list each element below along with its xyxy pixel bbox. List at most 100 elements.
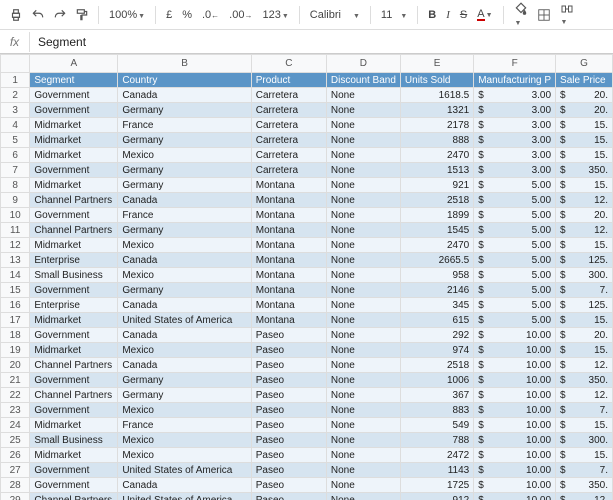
header-cell[interactable]: Segment [30, 73, 118, 88]
increase-decimals-button[interactable]: .00→ [227, 9, 254, 21]
cell[interactable]: Mexico [118, 268, 251, 283]
header-cell[interactable]: Discount Band [326, 73, 400, 88]
italic-button[interactable]: I [444, 9, 452, 21]
cell[interactable]: None [326, 433, 400, 448]
cell[interactable]: 2178 [400, 118, 473, 133]
cell[interactable]: 958 [400, 268, 473, 283]
row-header[interactable]: 17 [1, 313, 30, 328]
cell[interactable]: Paseo [251, 418, 326, 433]
cell[interactable]: 2146 [400, 283, 473, 298]
cell[interactable]: Mexico [118, 343, 251, 358]
row-header[interactable]: 14 [1, 268, 30, 283]
font-select[interactable]: Calibri▼ [308, 9, 362, 21]
row-header[interactable]: 28 [1, 478, 30, 493]
row-header[interactable]: 12 [1, 238, 30, 253]
cell[interactable]: None [326, 163, 400, 178]
borders-button[interactable] [536, 7, 552, 23]
cell[interactable]: Small Business [30, 433, 118, 448]
cell[interactable]: 974 [400, 343, 473, 358]
cell[interactable]: 1545 [400, 223, 473, 238]
cell[interactable]: None [326, 328, 400, 343]
cell[interactable]: United States of America [118, 463, 251, 478]
cell[interactable]: $10.00 [474, 388, 556, 403]
row-header[interactable]: 16 [1, 298, 30, 313]
cell[interactable]: 1143 [400, 463, 473, 478]
cell[interactable]: $10.00 [474, 343, 556, 358]
cell[interactable]: $300. [556, 433, 613, 448]
cell[interactable]: None [326, 148, 400, 163]
cell[interactable]: 2518 [400, 193, 473, 208]
cell[interactable]: Midmarket [30, 133, 118, 148]
cell[interactable]: 2518 [400, 358, 473, 373]
cell[interactable]: None [326, 298, 400, 313]
cell[interactable]: Paseo [251, 358, 326, 373]
cell[interactable]: $3.00 [474, 118, 556, 133]
cell[interactable]: None [326, 373, 400, 388]
col-header-A[interactable]: A [30, 55, 118, 73]
cell[interactable]: $10.00 [474, 373, 556, 388]
col-header-E[interactable]: E [400, 55, 473, 73]
row-header[interactable]: 15 [1, 283, 30, 298]
cell[interactable]: None [326, 208, 400, 223]
cell[interactable]: None [326, 253, 400, 268]
cell[interactable]: None [326, 358, 400, 373]
cell[interactable]: Montana [251, 298, 326, 313]
cell[interactable]: Government [30, 103, 118, 118]
cell[interactable]: Channel Partners [30, 358, 118, 373]
cell[interactable]: $12. [556, 358, 613, 373]
cell[interactable]: Germany [118, 283, 251, 298]
cell[interactable]: $3.00 [474, 163, 556, 178]
cell[interactable]: Canada [118, 358, 251, 373]
cell[interactable]: $125. [556, 253, 613, 268]
row-header[interactable]: 7 [1, 163, 30, 178]
cell[interactable]: 912 [400, 493, 473, 500]
row-header[interactable]: 8 [1, 178, 30, 193]
cell[interactable]: 2665.5 [400, 253, 473, 268]
cell[interactable]: $15. [556, 133, 613, 148]
cell[interactable]: Government [30, 208, 118, 223]
cell[interactable]: United States of America [118, 313, 251, 328]
row-header[interactable]: 18 [1, 328, 30, 343]
cell[interactable]: Channel Partners [30, 223, 118, 238]
cell[interactable]: $10.00 [474, 463, 556, 478]
cell[interactable]: Paseo [251, 373, 326, 388]
cell[interactable]: Germany [118, 373, 251, 388]
formula-input[interactable]: Segment [30, 32, 613, 52]
cell[interactable]: $15. [556, 178, 613, 193]
row-header[interactable]: 4 [1, 118, 30, 133]
cell[interactable]: $15. [556, 313, 613, 328]
cell[interactable]: Midmarket [30, 418, 118, 433]
row-header[interactable]: 2 [1, 88, 30, 103]
cell[interactable]: $300. [556, 268, 613, 283]
row-header[interactable]: 9 [1, 193, 30, 208]
cell[interactable]: Paseo [251, 478, 326, 493]
row-header[interactable]: 3 [1, 103, 30, 118]
cell[interactable]: $15. [556, 148, 613, 163]
cell[interactable]: $10.00 [474, 493, 556, 500]
strike-button[interactable]: S [458, 9, 469, 21]
cell[interactable]: Government [30, 88, 118, 103]
cell[interactable]: 1725 [400, 478, 473, 493]
row-header[interactable]: 1 [1, 73, 30, 88]
cell[interactable]: 888 [400, 133, 473, 148]
cell[interactable]: Carretera [251, 133, 326, 148]
cell[interactable]: None [326, 268, 400, 283]
cell[interactable]: Montana [251, 238, 326, 253]
cell[interactable]: None [326, 343, 400, 358]
cell[interactable]: Government [30, 403, 118, 418]
cell[interactable]: Canada [118, 328, 251, 343]
cell[interactable]: $20. [556, 103, 613, 118]
cell[interactable]: France [118, 208, 251, 223]
cell[interactable]: Government [30, 463, 118, 478]
cell[interactable]: Montana [251, 313, 326, 328]
cell[interactable]: 549 [400, 418, 473, 433]
header-cell[interactable]: Country [118, 73, 251, 88]
cell[interactable]: Midmarket [30, 178, 118, 193]
cell[interactable]: 1513 [400, 163, 473, 178]
cell[interactable]: $10.00 [474, 418, 556, 433]
header-cell[interactable]: Product [251, 73, 326, 88]
cell[interactable]: Montana [251, 193, 326, 208]
cell[interactable]: None [326, 478, 400, 493]
cell[interactable]: Canada [118, 88, 251, 103]
row-header[interactable]: 13 [1, 253, 30, 268]
